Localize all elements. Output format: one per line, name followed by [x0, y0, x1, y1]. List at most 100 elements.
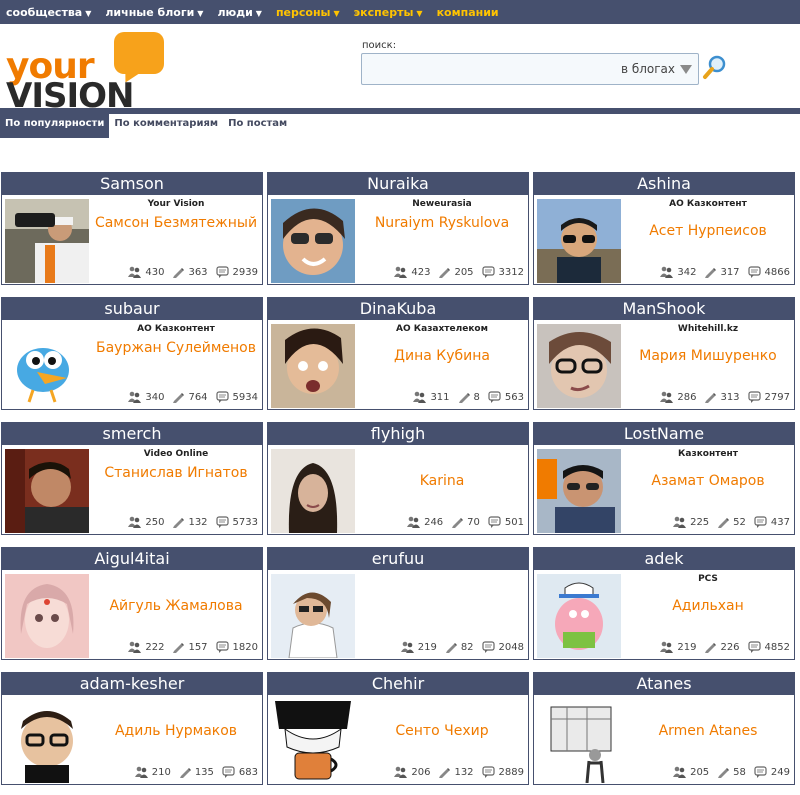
comment-icon [754, 516, 767, 528]
blogger-nick[interactable]: Chehir [268, 673, 528, 695]
blogger-stats: 342 317 4866 [652, 266, 790, 278]
avatar[interactable] [537, 699, 621, 783]
people-icon [128, 391, 142, 403]
people-icon [134, 766, 148, 778]
company-label: Whitehill.kz [677, 324, 739, 334]
blogger-nick[interactable]: Nuraika [268, 173, 528, 195]
blogger-nick[interactable]: ManShook [534, 298, 794, 320]
comment-icon [747, 391, 761, 403]
posts-count: 157 [172, 641, 208, 653]
blogger-fullname[interactable]: Nuraiym Ryskulova [360, 215, 524, 232]
blogger-fullname[interactable]: Дина Кубина [360, 348, 524, 365]
blogger-nick[interactable]: smerch [2, 423, 262, 445]
blogger-fullname[interactable]: Станислав Игнатов [94, 465, 258, 482]
blogger-fullname[interactable]: Сенто Чехир [360, 723, 524, 740]
blogger-nick[interactable]: DinaKuba [268, 298, 528, 320]
avatar[interactable] [271, 699, 355, 783]
avatar[interactable] [5, 699, 89, 783]
avatar[interactable] [271, 324, 355, 408]
blogger-nick[interactable]: Atanes [534, 673, 794, 695]
nav-item-5[interactable]: компании [437, 6, 499, 19]
chevron-down-icon [680, 65, 692, 74]
posts-count: 70 [451, 516, 480, 528]
friends-count: 219 [400, 641, 437, 653]
nav-item-3[interactable]: персоны ▼ [276, 6, 340, 19]
sort-tabs: По популярности По комментариям По постам [0, 108, 800, 138]
friends-count: 205 [673, 766, 709, 778]
blogger-fullname[interactable]: Бауржан Сулейменов [94, 340, 258, 357]
avatar[interactable] [537, 324, 621, 408]
blogger-card: Atanes Armen Atanes 205 58 249 [533, 672, 795, 785]
search-input[interactable] [366, 58, 606, 80]
friends-count: 311 [413, 391, 450, 403]
avatar[interactable] [271, 574, 355, 658]
blogger-fullname[interactable]: Адильхан [626, 598, 790, 615]
avatar[interactable] [537, 449, 621, 533]
people-icon [660, 641, 674, 653]
blogger-fullname[interactable]: Айгуль Жамалова [94, 598, 258, 615]
comment-icon [481, 641, 495, 653]
nav-item-4[interactable]: эксперты ▼ [354, 6, 423, 19]
nav-item-2[interactable]: люди ▼ [217, 6, 262, 19]
blogger-nick[interactable]: Aigul4itai [2, 548, 262, 570]
blogger-card: Chehir Сенто Чехир 206 132 2889 [267, 672, 529, 785]
site-logo[interactable]: your VISION [6, 30, 166, 116]
tab-sort-2[interactable]: По постам [223, 114, 292, 138]
tab-sort-1[interactable]: По комментариям [109, 114, 223, 138]
search-button[interactable] [702, 54, 728, 80]
comment-icon [215, 516, 229, 528]
comments-count: 501 [488, 516, 524, 528]
comment-icon [215, 266, 229, 278]
nav-item-0[interactable]: сообщества ▼ [6, 6, 91, 19]
chevron-down-icon: ▼ [197, 8, 204, 18]
avatar[interactable] [271, 199, 355, 283]
comments-count: 249 [754, 766, 790, 778]
people-icon [394, 266, 408, 278]
blogger-fullname[interactable]: Мария Мишуренко [626, 348, 790, 365]
comment-icon [747, 266, 761, 278]
blogger-nick[interactable]: LostName [534, 423, 794, 445]
avatar[interactable] [5, 199, 89, 283]
avatar[interactable] [537, 574, 621, 658]
blogger-stats: 225 52 437 [665, 516, 790, 528]
comment-icon [488, 516, 501, 528]
blogger-nick[interactable]: subaur [2, 298, 262, 320]
people-icon [413, 391, 427, 403]
blogger-card: smerch Video Online Станислав Игнатов 250 13… [1, 422, 263, 535]
blogger-nick[interactable]: Samson [2, 173, 262, 195]
friends-count: 286 [660, 391, 696, 403]
people-icon [407, 516, 421, 528]
nav-item-1[interactable]: личные блоги ▼ [105, 6, 203, 19]
chevron-down-icon: ▼ [416, 8, 423, 18]
blogger-nick[interactable]: flyhigh [268, 423, 528, 445]
blogger-fullname[interactable]: Адиль Нурмаков [94, 723, 258, 740]
blogger-fullname[interactable]: Armen Atanes [626, 723, 790, 740]
avatar[interactable] [271, 449, 355, 533]
avatar[interactable] [5, 574, 89, 658]
search-box: в блогах [361, 53, 699, 85]
tab-sort-0[interactable]: По популярности [0, 114, 110, 138]
comment-icon [222, 766, 235, 778]
comments-count: 2889 [481, 766, 524, 778]
blogger-fullname[interactable]: Азамат Омаров [626, 473, 790, 490]
blogger-fullname[interactable]: Самсон Безмятежный [94, 215, 258, 232]
blogger-fullname[interactable]: Karina [360, 473, 524, 490]
comments-count: 1820 [215, 641, 258, 653]
posts-count: 82 [445, 641, 474, 653]
avatar[interactable] [5, 449, 89, 533]
blogger-nick[interactable]: adek [534, 548, 794, 570]
comments-count: 2797 [747, 391, 790, 403]
people-icon [673, 766, 687, 778]
blogger-nick[interactable]: erufuu [268, 548, 528, 570]
avatar[interactable] [5, 324, 89, 408]
search-scope-select[interactable]: в блогах [621, 62, 692, 76]
posts-count: 132 [438, 766, 474, 778]
blogger-nick[interactable]: Ashina [534, 173, 794, 195]
blogger-fullname[interactable]: Асет Нурпеисов [626, 223, 790, 240]
pencil-icon [705, 643, 717, 653]
friends-count: 225 [673, 516, 709, 528]
avatar[interactable] [537, 199, 621, 283]
posts-count: 764 [172, 391, 208, 403]
posts-count: 313 [704, 391, 740, 403]
blogger-nick[interactable]: adam-kesher [2, 673, 262, 695]
